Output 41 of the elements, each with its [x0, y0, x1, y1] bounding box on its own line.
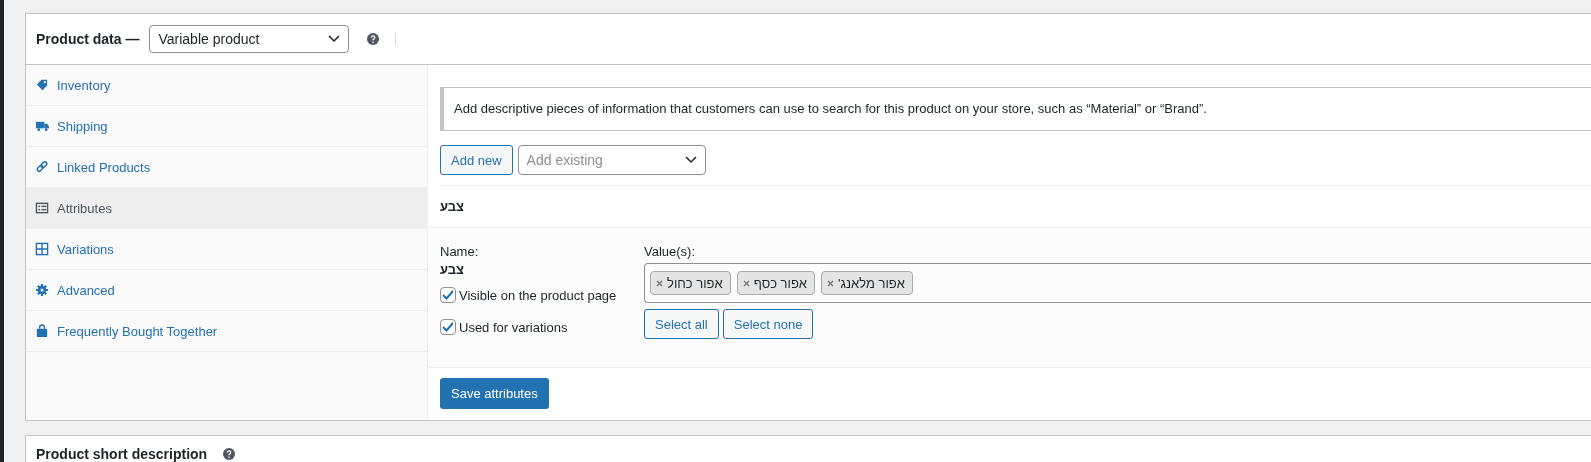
checkbox[interactable] — [440, 287, 456, 303]
value-tag: אפור כחול — [650, 271, 731, 295]
sidebar-tab[interactable]: Shipping — [26, 106, 427, 147]
attribute-title: צבע — [440, 199, 464, 214]
checkbox-label: Visible on the product page — [459, 287, 617, 303]
grid-icon — [35, 242, 49, 256]
truck-icon — [35, 119, 49, 133]
add-new-button[interactable]: Add new — [440, 145, 513, 175]
tag-icon — [35, 78, 49, 92]
gear-icon — [35, 283, 49, 297]
help-icon[interactable] — [223, 448, 236, 460]
help-icon[interactable] — [367, 33, 380, 45]
select-button[interactable]: Select all — [644, 309, 719, 339]
panel-title: Product short description — [36, 446, 208, 462]
product-type-select[interactable]: Variable product — [149, 25, 350, 53]
link-icon — [35, 160, 49, 174]
sidebar-tab[interactable]: Variations — [26, 229, 427, 270]
sidebar-tab[interactable]: Advanced — [26, 270, 427, 311]
attribute-name: צבע — [440, 262, 464, 277]
save-attributes-button[interactable]: Save attributes — [440, 378, 549, 409]
chevron-icon — [328, 35, 341, 43]
panel-title: Product data — — [36, 31, 140, 47]
sidebar-tab[interactable]: Frequently Bought Together — [26, 311, 427, 352]
sidebar-tab[interactable]: Attributes — [26, 188, 427, 229]
values-label: Value(s): — [644, 244, 696, 259]
list-icon — [35, 201, 49, 215]
remove-icon[interactable] — [656, 279, 663, 287]
name-label: Name: — [440, 244, 480, 259]
value-tag: אפור מלאנג' — [821, 271, 913, 295]
select-button[interactable]: Select none — [722, 309, 814, 339]
value-tag: אפור כסף — [736, 271, 816, 295]
checkbox-label: Used for variations — [459, 319, 568, 335]
sidebar-tab[interactable]: Inventory — [26, 65, 427, 106]
remove-icon[interactable] — [827, 279, 835, 287]
add-existing-select[interactable]: Add existing — [517, 145, 706, 175]
bag-icon — [35, 324, 49, 338]
checkbox[interactable] — [440, 319, 456, 335]
chevron-icon — [684, 156, 697, 164]
remove-icon[interactable] — [742, 279, 750, 287]
info-notice: Add descriptive pieces of information that customers can use to search for this product on your store, such as “Material” or “Brand”. — [440, 87, 1591, 131]
values-field[interactable]: אפור מלאנג' אפור כסף אפור כחול — [644, 263, 1591, 303]
